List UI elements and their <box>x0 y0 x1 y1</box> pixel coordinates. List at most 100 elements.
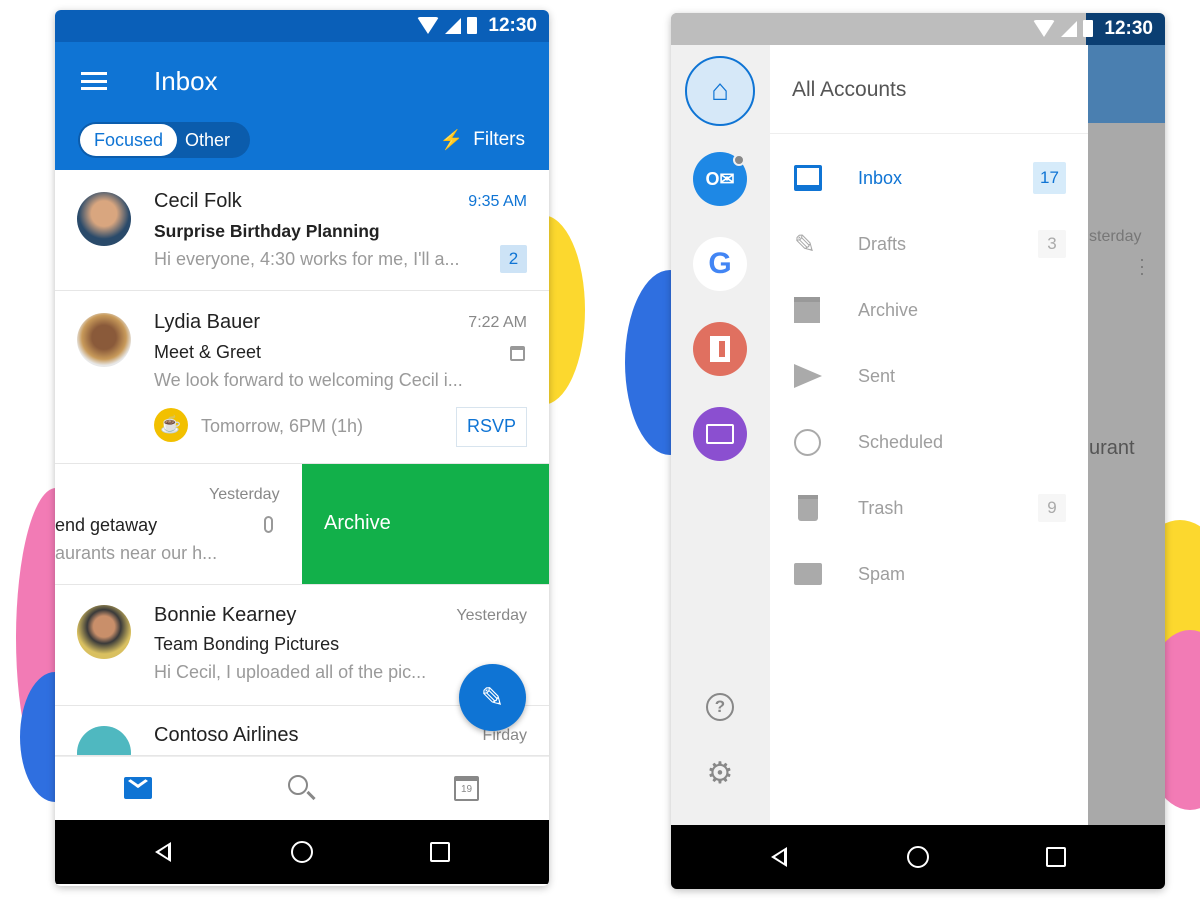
home-button[interactable] <box>907 846 929 868</box>
drawer-phone: 12:30 sterday · · · urant ⌂ O✉ G ? ⚙ All A… <box>671 13 1165 889</box>
office-icon[interactable] <box>693 322 747 376</box>
trash-icon <box>798 495 818 521</box>
mail-account-icon[interactable] <box>693 407 747 461</box>
calendar-date: 19 <box>460 784 473 795</box>
avatar <box>77 313 131 367</box>
sender: Bonnie Kearney <box>154 604 297 626</box>
folder-label: Sent <box>858 365 896 386</box>
archive-label: Archive <box>324 512 391 534</box>
rsvp-button[interactable]: RSVP <box>456 407 527 447</box>
calendar-event-icon <box>510 346 525 361</box>
time: 9:35 AM <box>468 193 527 210</box>
pencil-icon: ✎ <box>480 682 505 713</box>
avatar <box>77 605 131 659</box>
time: Yesterday <box>456 607 527 624</box>
search-icon[interactable] <box>288 775 316 801</box>
folder-label: Inbox <box>858 167 903 188</box>
preview: Hi Cecil, I uploaded all of the pic... <box>154 662 427 682</box>
folder-label: Spam <box>858 563 906 584</box>
sender: Lydia Bauer <box>154 311 260 333</box>
folder-spam[interactable]: Spam <box>770 541 1088 607</box>
status-time: 12:30 <box>1104 18 1153 39</box>
filters-label: Filters <box>473 129 525 150</box>
subject: Team Bonding Pictures <box>154 634 340 654</box>
folder-trash[interactable]: Trash 9 <box>770 475 1088 541</box>
android-nav-bar <box>55 820 549 884</box>
help-glyph: ? <box>714 697 726 716</box>
spam-icon <box>794 563 822 585</box>
dimmed-text: urant <box>1089 437 1135 459</box>
message-row-swiped[interactable]: Yesterday end getaway aurants near our h… <box>55 464 549 585</box>
clock-icon <box>794 428 821 456</box>
folder-count: 9 <box>1038 494 1066 522</box>
status-bar: 12:30 <box>55 10 549 42</box>
google-icon[interactable]: G <box>693 237 747 291</box>
outlook-icon[interactable]: O✉ <box>693 152 747 206</box>
message-row[interactable]: Cecil Folk 9:35 AM Surprise Birthday Pla… <box>55 170 549 291</box>
calendar-icon[interactable]: 19 <box>454 776 479 801</box>
battery-icon <box>467 17 477 34</box>
folder-drafts[interactable]: ✎ Drafts 3 <box>770 211 1088 277</box>
avatar <box>77 726 131 755</box>
folder-count: 17 <box>1033 162 1066 194</box>
settings-icon[interactable]: ⚙ <box>705 757 735 790</box>
filters-button[interactable]: ⚡ Filters <box>440 128 525 152</box>
preview: We look forward to welcoming Cecil i... <box>154 370 463 390</box>
home-button[interactable] <box>291 841 313 863</box>
drawer-title: All Accounts <box>792 78 907 101</box>
subject: Surprise Birthday Planning <box>154 221 380 241</box>
tab-other[interactable]: Other <box>185 124 230 156</box>
lightning-icon: ⚡ <box>439 130 464 151</box>
folder-archive[interactable]: Archive <box>770 277 1088 343</box>
bottom-nav: 19 <box>55 756 549 820</box>
folder-sent[interactable]: Sent <box>770 343 1088 409</box>
folder-inbox[interactable]: Inbox 17 <box>770 145 1088 211</box>
signal-icon <box>445 17 461 34</box>
coffee-icon: ☕ <box>154 408 188 442</box>
hamburger-icon[interactable] <box>81 72 107 90</box>
sender: Cecil Folk <box>154 190 242 212</box>
sender: Contoso Airlines <box>154 724 299 746</box>
folder-scheduled[interactable]: Scheduled <box>770 409 1088 475</box>
thread-count-badge: 2 <box>500 245 527 273</box>
home-icon[interactable]: ⌂ <box>685 56 755 126</box>
wifi-icon <box>417 17 439 34</box>
back-button[interactable] <box>155 842 171 862</box>
folder-label: Archive <box>858 299 919 320</box>
subject: end getaway <box>55 515 158 535</box>
attachment-icon <box>264 516 273 533</box>
android-nav-bar <box>671 825 1165 889</box>
recents-button[interactable] <box>1046 847 1066 867</box>
signal-icon <box>1061 20 1077 37</box>
avatar <box>77 192 131 246</box>
subject: Meet & Greet <box>154 342 262 362</box>
wifi-icon <box>1033 20 1055 37</box>
back-button[interactable] <box>771 847 787 867</box>
time: Yesterday <box>209 486 280 503</box>
folder-label: Drafts <box>858 233 907 254</box>
time: 7:22 AM <box>468 314 527 331</box>
battery-icon <box>1083 20 1093 37</box>
help-icon[interactable]: ? <box>706 693 734 721</box>
preview: Hi everyone, 4:30 works for me, I'll a..… <box>154 249 460 269</box>
archive-swipe-action[interactable]: Archive <box>302 464 549 584</box>
compose-button[interactable]: ✎ <box>459 664 526 731</box>
inbox-phone: 12:30 Inbox Focused Other ⚡ Filters Cecil… <box>55 10 549 886</box>
account-rail: ⌂ O✉ G ? ⚙ <box>671 45 770 825</box>
mail-icon[interactable] <box>124 774 152 799</box>
google-letter: G <box>708 247 732 280</box>
folder-drawer: All Accounts Inbox 17 ✎ Drafts 3 Archive… <box>770 45 1088 825</box>
folder-count: 3 <box>1038 230 1066 258</box>
event-time: Tomorrow, 6PM (1h) <box>201 416 364 436</box>
inbox-icon <box>794 165 822 191</box>
folder-label: Scheduled <box>858 431 944 452</box>
folder-label: Trash <box>858 497 904 518</box>
status-bar: 12:30 <box>671 13 1165 45</box>
drafts-icon: ✎ <box>794 229 816 259</box>
tab-focused[interactable]: Focused <box>80 124 177 156</box>
page-title: Inbox <box>154 66 218 96</box>
status-time: 12:30 <box>488 15 537 36</box>
message-row[interactable]: Lydia Bauer 7:22 AM Meet & Greet We look… <box>55 291 549 464</box>
recents-button[interactable] <box>430 842 450 862</box>
preview: aurants near our h... <box>55 543 218 563</box>
